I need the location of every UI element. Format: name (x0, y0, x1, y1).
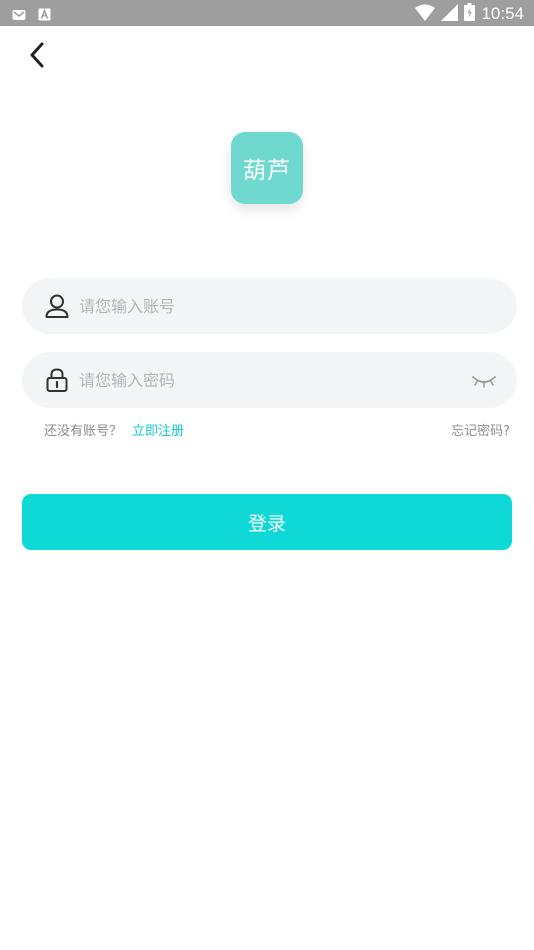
gmail-icon (12, 6, 26, 25)
app-logo: 葫芦 (231, 132, 303, 204)
forgot-password-link[interactable]: 忘记密码? (451, 420, 510, 439)
register-link[interactable]: 立即注册 (132, 420, 184, 439)
status-left-icons (12, 6, 51, 25)
account-field (22, 278, 517, 334)
signal-icon (441, 3, 459, 25)
account-input[interactable] (79, 278, 459, 334)
back-button[interactable] (22, 42, 52, 72)
wifi-icon (415, 4, 436, 25)
a-notification-icon (38, 6, 51, 25)
status-time: 10:54 (481, 4, 524, 23)
register-prompt: 还没有账号？ 立即注册 (44, 420, 184, 439)
status-bar: 10:54 (0, 0, 534, 26)
password-field (22, 352, 517, 408)
eye-closed-icon[interactable] (471, 372, 497, 390)
logo-text: 葫芦 (243, 158, 291, 184)
login-button[interactable]: 登录 (22, 494, 512, 550)
lock-icon (44, 367, 70, 393)
password-input[interactable] (79, 352, 459, 408)
user-icon (44, 293, 70, 319)
battery-icon (464, 3, 476, 25)
chevron-left-icon (29, 42, 45, 72)
status-right-icons: 10:54 (415, 3, 524, 25)
no-account-text: 还没有账号？ (44, 424, 123, 439)
